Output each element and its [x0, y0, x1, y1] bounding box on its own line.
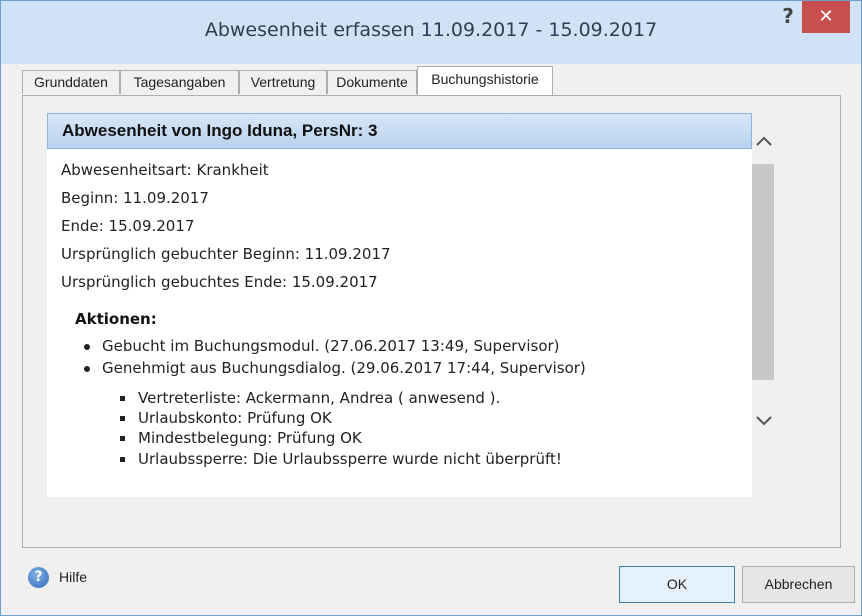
original-start: Ursprünglich gebuchter Beginn: 11.09.201… — [61, 245, 391, 263]
bullet-square-icon — [120, 457, 125, 462]
bullet-square-icon — [120, 436, 125, 441]
bullet-square-icon — [120, 416, 125, 421]
tab-vertretung[interactable]: Vertretung — [239, 70, 327, 94]
bullet-dot-icon — [84, 344, 90, 350]
subaction-text: Urlaubssperre: Die Urlaubssperre wurde n… — [138, 450, 562, 468]
tab-dokumente[interactable]: Dokumente — [327, 70, 417, 94]
tab-buchungshistorie[interactable]: Buchungshistorie — [417, 66, 553, 95]
scroll-up-button[interactable] — [752, 132, 776, 156]
help-icon[interactable]: ? — [28, 567, 49, 588]
cancel-button[interactable]: Abbrechen — [742, 566, 855, 603]
help-label[interactable]: Hilfe — [59, 569, 87, 585]
window-title: Abwesenheit erfassen 11.09.2017 - 15.09.… — [204, 19, 658, 41]
tab-tagesangaben[interactable]: Tagesangaben — [120, 70, 239, 94]
bullet-square-icon — [120, 396, 125, 401]
title-bar[interactable]: Abwesenheit erfassen 11.09.2017 - 15.09.… — [1, 1, 861, 64]
history-header-title: Abwesenheit von Ingo Iduna, PersNr: 3 — [62, 121, 378, 140]
subaction-text: Urlaubskonto: Prüfung OK — [138, 409, 332, 427]
history-content: Abwesenheit von Ingo Iduna, PersNr: 3 Ab… — [47, 113, 752, 497]
action-text: Genehmigt aus Buchungsdialog. (29.06.201… — [102, 359, 586, 377]
close-button[interactable]: ✕ — [802, 1, 850, 33]
help-question-icon[interactable]: ? — [774, 3, 802, 31]
tab-grunddaten[interactable]: Grunddaten — [22, 70, 120, 94]
ok-button[interactable]: OK — [619, 566, 735, 603]
original-end: Ursprünglich gebuchtes Ende: 15.09.2017 — [61, 273, 378, 291]
absence-end: Ende: 15.09.2017 — [61, 217, 195, 235]
absence-start: Beginn: 11.09.2017 — [61, 189, 209, 207]
actions-title: Aktionen: — [75, 310, 157, 328]
chevron-up-icon — [756, 136, 772, 146]
bullet-dot-icon — [84, 366, 90, 372]
subaction-text: Mindestbelegung: Prüfung OK — [138, 429, 362, 447]
scrollbar-thumb[interactable] — [752, 164, 774, 380]
absence-type: Abwesenheitsart: Krankheit — [61, 161, 269, 179]
action-text: Gebucht im Buchungsmodul. (27.06.2017 13… — [102, 337, 560, 355]
chevron-down-icon — [756, 416, 772, 426]
subaction-text: Vertreterliste: Ackermann, Andrea ( anwe… — [138, 389, 501, 407]
history-header: Abwesenheit von Ingo Iduna, PersNr: 3 — [47, 113, 752, 149]
scroll-down-button[interactable] — [752, 412, 776, 436]
